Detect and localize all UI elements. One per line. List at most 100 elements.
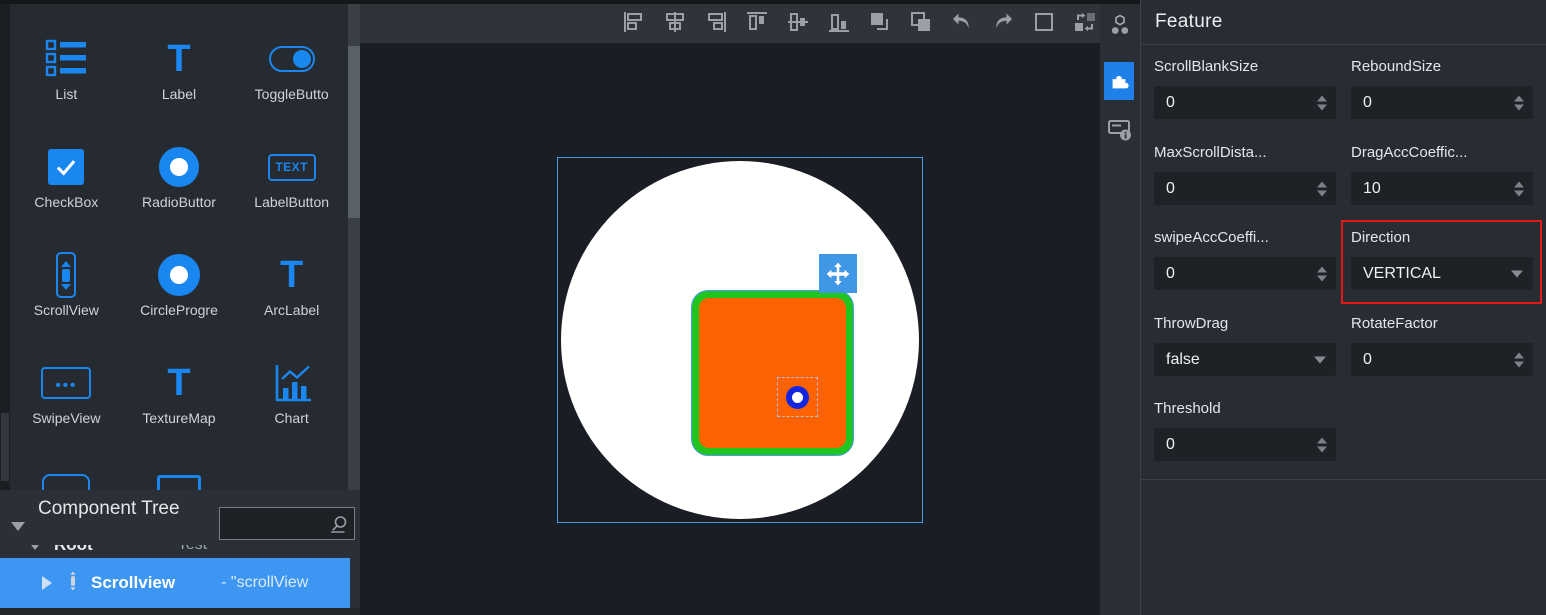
align-right-button[interactable] [704, 12, 728, 36]
palette-item-list[interactable]: List [10, 22, 123, 130]
scrollview-widget[interactable] [692, 291, 853, 455]
align-center-horizontal-icon [663, 10, 687, 37]
align-middle-vertical-button[interactable] [786, 12, 810, 36]
palette-item-checkbox[interactable]: CheckBox [10, 130, 123, 238]
stepper-arrows[interactable] [1317, 437, 1327, 452]
step-up-icon[interactable] [1317, 181, 1327, 187]
tab-widget-info[interactable] [1107, 118, 1133, 142]
step-up-icon[interactable] [1317, 266, 1327, 272]
palette-item-label: Chart [275, 410, 309, 426]
palette-item-swipeview[interactable]: •••SwipeView [10, 346, 123, 454]
reboundsize-stepper[interactable]: 0 [1351, 86, 1533, 119]
align-top-button[interactable] [745, 12, 769, 36]
palette-item-partial[interactable] [123, 454, 236, 490]
stepper-arrows[interactable] [1317, 95, 1327, 110]
field-value: 0 [1166, 172, 1175, 205]
selection-box-button[interactable] [1032, 12, 1056, 36]
stepper-arrows[interactable] [1514, 352, 1524, 367]
move-handle-button[interactable] [819, 254, 857, 293]
chevron-down-icon[interactable] [1511, 270, 1523, 277]
align-left-button[interactable] [622, 12, 646, 36]
circleprogress-icon [158, 252, 200, 298]
tree-title: Component Tree [38, 496, 213, 521]
expand-caret-icon[interactable] [42, 576, 52, 590]
send-backward-button[interactable] [909, 12, 933, 36]
rotatefactor-stepper[interactable]: 0 [1351, 343, 1533, 376]
palette-item-scrollview[interactable]: ScrollView [10, 238, 123, 346]
labelbutton-icon: TEXT [268, 144, 316, 190]
alignment-toolbar [360, 4, 1100, 43]
step-down-icon[interactable] [1514, 361, 1524, 367]
left-scrollbar-thumb[interactable] [1, 413, 9, 481]
step-down-icon[interactable] [1317, 190, 1327, 196]
search-input[interactable] [226, 508, 326, 539]
tab-widgets[interactable] [1104, 62, 1134, 100]
stepper-arrows[interactable] [1317, 266, 1327, 281]
stepper-arrows[interactable] [1317, 181, 1327, 196]
section-divider [1141, 479, 1546, 480]
scrollview-content[interactable] [699, 298, 846, 448]
step-down-icon[interactable] [1317, 275, 1327, 281]
step-down-icon[interactable] [1514, 104, 1524, 110]
tree-row-scrollview[interactable]: Scrollview- "scrollView [0, 558, 350, 608]
step-up-icon[interactable] [1317, 95, 1327, 101]
palette-item-chart[interactable]: Chart [235, 346, 348, 454]
stepper-arrows[interactable] [1514, 181, 1524, 196]
palette-item-labelbutton[interactable]: TEXT LabelButton [235, 130, 348, 238]
radio-icon [159, 144, 199, 190]
collapse-caret-icon[interactable] [28, 545, 42, 550]
align-center-horizontal-button[interactable] [663, 12, 687, 36]
chart-icon [270, 360, 314, 406]
step-up-icon[interactable] [1514, 352, 1524, 358]
throwdrag-dropdown[interactable]: false [1154, 343, 1336, 376]
maxscrolldista-stepper[interactable]: 0 [1154, 172, 1336, 205]
stepper-arrows[interactable] [1514, 95, 1524, 110]
align-bottom-button[interactable] [827, 12, 851, 36]
palette-item-togglebutto[interactable]: ToggleButto [235, 22, 348, 130]
step-down-icon[interactable] [1514, 190, 1524, 196]
drag-handle-icon[interactable] [68, 571, 78, 596]
swipeacccoeffi-stepper[interactable]: 0 [1154, 257, 1336, 290]
scrollblanksize-stepper[interactable]: 0 [1154, 86, 1336, 119]
transform-button[interactable] [1073, 12, 1097, 36]
field-threshold: Threshold0 [1154, 400, 1336, 461]
bring-forward-button[interactable] [868, 12, 892, 36]
palette-item-label: ToggleButto [255, 86, 329, 102]
field-value: false [1166, 343, 1200, 376]
tree-search-box[interactable] [219, 507, 355, 540]
tree-collapse-caret[interactable] [11, 522, 25, 531]
field-label: Direction [1351, 229, 1533, 249]
checkbox-icon [48, 144, 84, 190]
design-canvas[interactable] [360, 43, 1100, 615]
tree-row-name: Root [54, 545, 93, 555]
step-up-icon[interactable] [1514, 95, 1524, 101]
palette-item-radiobuttor[interactable]: RadioButtor [123, 130, 236, 238]
palette-item-circleprogre[interactable]: CircleProgre [123, 238, 236, 346]
palette-item-label[interactable]: TLabel [123, 22, 236, 130]
list-icon [44, 36, 88, 82]
tree-row-root[interactable]: RootTest [0, 545, 350, 558]
redo-button[interactable] [991, 12, 1015, 36]
text-t-icon: T [167, 36, 190, 82]
field-value: 0 [1363, 343, 1372, 376]
step-up-icon[interactable] [1317, 437, 1327, 443]
undo-button[interactable] [950, 12, 974, 36]
chevron-down-icon[interactable] [1314, 356, 1326, 363]
field-scrollblanksize: ScrollBlankSize0 [1154, 58, 1336, 119]
radio-button-widget[interactable] [786, 386, 809, 409]
step-down-icon[interactable] [1317, 104, 1327, 110]
step-up-icon[interactable] [1514, 181, 1524, 187]
node-tree-icon[interactable] [1108, 13, 1132, 37]
palette-scrollbar[interactable] [348, 4, 360, 490]
palette-scrollbar-thumb[interactable] [348, 46, 360, 218]
palette-item-label: LabelButton [254, 194, 329, 210]
field-label: ReboundSize [1351, 58, 1533, 78]
palette-item-texturemap[interactable]: TTextureMap [123, 346, 236, 454]
direction-dropdown[interactable]: VERTICAL [1351, 257, 1533, 290]
step-down-icon[interactable] [1317, 446, 1327, 452]
dragacccoeffic-stepper[interactable]: 10 [1351, 172, 1533, 205]
threshold-stepper[interactable]: 0 [1154, 428, 1336, 461]
palette-item-arclabel[interactable]: TArcLabel [235, 238, 348, 346]
palette-item-partial[interactable] [10, 454, 123, 490]
align-middle-vertical-icon [786, 10, 810, 37]
